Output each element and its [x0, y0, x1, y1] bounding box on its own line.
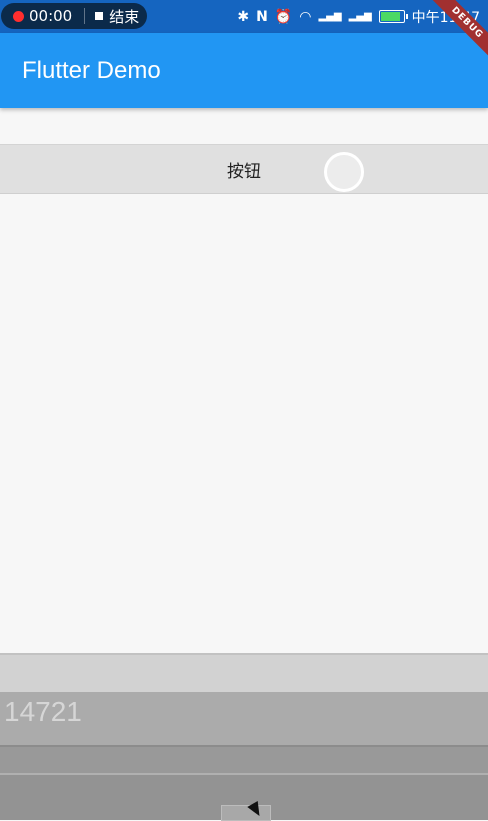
screen-recording-pill[interactable]: 00:00 结束: [1, 3, 147, 29]
stop-icon[interactable]: [95, 12, 104, 20]
bottom-panel: [0, 653, 488, 694]
alarm-icon: ⏰: [274, 8, 293, 25]
record-dot-icon: [13, 10, 24, 22]
touch-indicator: [324, 152, 364, 192]
main-button[interactable]: 按钮: [0, 144, 488, 194]
signal-icon: ▂▄▆: [348, 11, 372, 22]
recording-time: 00:00: [29, 7, 73, 25]
divider: [84, 8, 86, 24]
bottom-panel-divider: [0, 745, 488, 775]
wifi-icon: ◠: [299, 8, 312, 25]
nfc-icon: N: [256, 8, 268, 25]
button-label: 按钮: [227, 161, 261, 182]
page-title: Flutter Demo: [22, 57, 161, 84]
app-bar: Flutter Demo: [0, 33, 488, 108]
status-bar: 00:00 结束 ✱ N ⏰ ◠ ▂▄▆ ▂▄▆ 中午11:47: [0, 0, 488, 33]
signal-icon: ▂▄▆: [318, 11, 342, 22]
overlay-panel: 14721: [0, 692, 488, 745]
overlay-text: 14721: [4, 696, 82, 727]
battery-icon: [378, 10, 408, 23]
bluetooth-icon: ✱: [237, 8, 250, 25]
stop-recording-label[interactable]: 结束: [109, 6, 139, 27]
